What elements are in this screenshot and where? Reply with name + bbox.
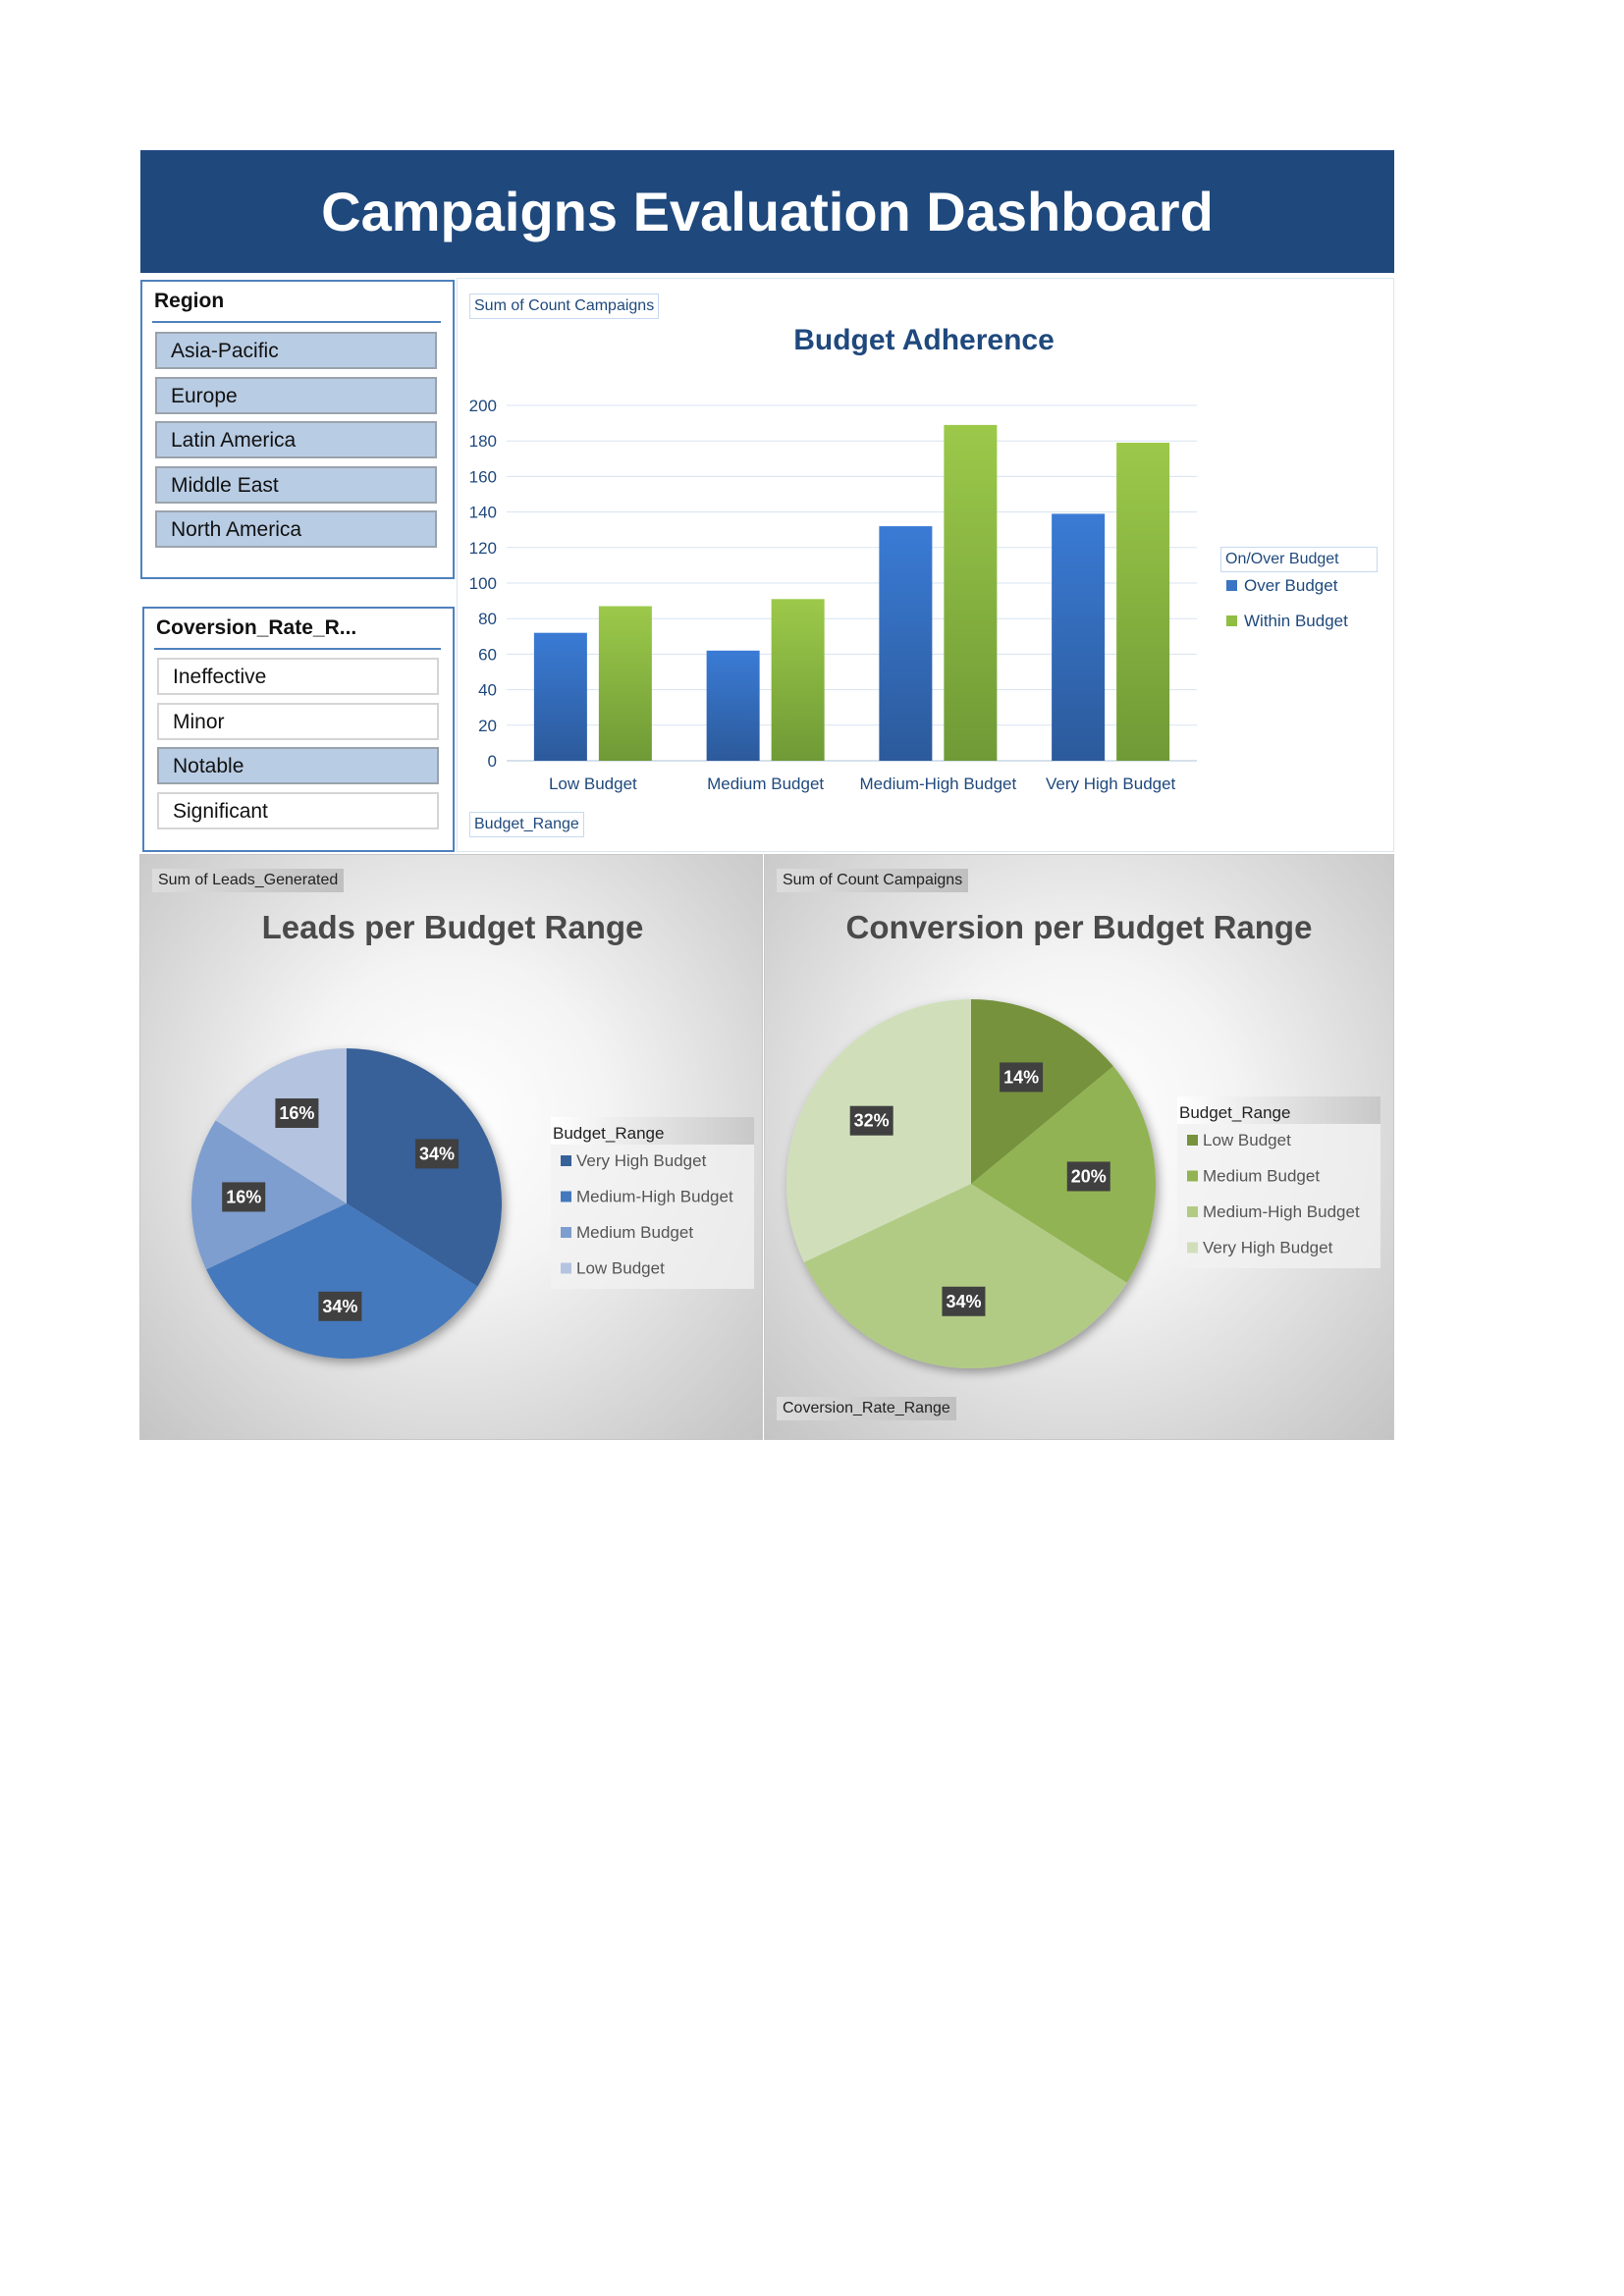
y-tick-label: 140	[469, 504, 497, 522]
data-label: 32%	[854, 1111, 890, 1131]
legend-swatch-medium-budget	[561, 1227, 571, 1238]
conv-pie-title: Conversion per Budget Range	[846, 909, 1313, 945]
bar-within-budget-medium-high-budget[interactable]	[944, 424, 998, 761]
data-label: 16%	[226, 1187, 261, 1206]
slicer-item-ineffective[interactable]: Ineffective	[157, 658, 439, 695]
x-tick-label: Medium-High Budget	[860, 774, 1017, 793]
conversion-rate-slicer: Coversion_Rate_R... Ineffective Minor Nota…	[142, 607, 455, 852]
leads-pie-chart: Leads per Budget Range 34% 34% 16% 16% Budget…	[191, 909, 754, 1359]
conversion-slicer-divider	[154, 648, 441, 650]
data-label: 34%	[419, 1144, 455, 1163]
x-tick-label: Low Budget	[549, 774, 637, 793]
legend-label-very-high-budget[interactable]: Very High Budget	[576, 1151, 707, 1170]
region-slicer: Region Asia-Pacific Europe Latin America Mi…	[140, 280, 455, 579]
legend-title: Budget_Range	[1179, 1103, 1290, 1122]
conversion-slicer-title: Coversion_Rate_R...	[156, 616, 357, 639]
slicer-item-significant[interactable]: Significant	[157, 791, 439, 829]
y-tick-label: 180	[469, 432, 497, 451]
slicer-item-north-america[interactable]: North America	[155, 510, 437, 548]
legend-swatch-very-high-budget	[561, 1155, 571, 1166]
slicer-item-notable[interactable]: Notable	[157, 747, 439, 784]
region-slicer-title: Region	[154, 290, 225, 312]
bar-within-budget-low-budget[interactable]	[598, 606, 652, 761]
data-label: 34%	[322, 1297, 357, 1316]
y-tick-label: 160	[469, 467, 497, 486]
y-tick-label: 40	[478, 681, 497, 700]
legend-swatch-medium-high-budget	[1187, 1206, 1198, 1217]
bar-over-budget-medium-budget[interactable]	[706, 650, 760, 761]
x-tick-label: Very High Budget	[1046, 774, 1176, 793]
legend-label-very-high-budget[interactable]: Very High Budget	[1203, 1239, 1333, 1257]
legend-swatch-over-budget	[1226, 580, 1237, 591]
legend-label-medium-budget[interactable]: Medium Budget	[576, 1223, 693, 1242]
bar-over-budget-medium-high-budget[interactable]	[879, 526, 933, 761]
legend-swatch-within-budget	[1226, 615, 1237, 626]
y-tick-label: 0	[488, 752, 497, 771]
budget-adherence-chart: Budget Adherence 0 20 40 60 80 100 120 140 160 180…	[469, 324, 1348, 793]
y-tick-label: 80	[478, 610, 497, 628]
legend-label-low-budget[interactable]: Low Budget	[576, 1259, 665, 1278]
bar-within-budget-medium-budget[interactable]	[771, 599, 825, 761]
y-tick-label: 120	[469, 539, 497, 558]
legend-swatch-low-budget	[561, 1262, 571, 1274]
dashboard-header: Campaigns Evaluation Dashboard	[140, 150, 1394, 273]
slicer-item-latin-america[interactable]: Latin America	[155, 421, 437, 458]
slicer-item-middle-east[interactable]: Middle East	[155, 465, 437, 504]
region-slicer-divider	[152, 321, 441, 323]
y-tick-label: 200	[469, 397, 497, 415]
y-tick-label: 60	[478, 645, 497, 664]
bar-over-budget-very-high-budget[interactable]	[1052, 513, 1106, 761]
data-label: 34%	[946, 1292, 981, 1311]
legend-label-within-budget[interactable]: Within Budget	[1244, 612, 1348, 630]
data-label: 14%	[1003, 1067, 1039, 1087]
bar-chart-title: Budget Adherence	[793, 324, 1055, 356]
y-tick-label: 20	[478, 717, 497, 735]
legend-label-low-budget[interactable]: Low Budget	[1203, 1131, 1291, 1149]
legend-label-medium-high-budget[interactable]: Medium-High Budget	[1203, 1202, 1360, 1221]
slicer-item-europe[interactable]: Europe	[155, 376, 437, 414]
x-tick-label: Medium Budget	[707, 774, 824, 793]
bar-within-budget-very-high-budget[interactable]	[1116, 443, 1170, 761]
slicer-item-minor[interactable]: Minor	[157, 702, 439, 740]
legend-swatch-low-budget	[1187, 1135, 1198, 1146]
legend-swatch-very-high-budget	[1187, 1242, 1198, 1254]
dashboard-title: Campaigns Evaluation Dashboard	[321, 181, 1214, 242]
conversion-pie-chart: Conversion per Budget Range 14% 20% 34% 32% B…	[786, 909, 1380, 1368]
legend-label-medium-high-budget[interactable]: Medium-High Budget	[576, 1188, 733, 1206]
legend-title: Budget_Range	[553, 1124, 664, 1143]
legend-swatch-medium-budget	[1187, 1170, 1198, 1182]
leads-pie-title: Leads per Budget Range	[262, 909, 644, 945]
legend-swatch-medium-high-budget	[561, 1191, 571, 1202]
legend-label-medium-budget[interactable]: Medium Budget	[1203, 1167, 1320, 1186]
conversion-pie-panel: Sum of Count Campaigns Coversion_Rate_Ra…	[764, 854, 1394, 1440]
y-tick-label: 100	[469, 574, 497, 593]
data-label: 16%	[279, 1103, 314, 1123]
slicer-item-asia-pacific[interactable]: Asia-Pacific	[155, 332, 437, 369]
leads-pie-panel: Sum of Leads_Generated Leads per Budget …	[139, 854, 763, 1440]
legend-label-over-budget[interactable]: Over Budget	[1244, 576, 1338, 595]
data-label: 20%	[1071, 1166, 1107, 1186]
bar-over-budget-low-budget[interactable]	[533, 632, 587, 761]
budget-adherence-panel: Sum of Count Campaigns Budget_Range On/O…	[457, 278, 1394, 852]
